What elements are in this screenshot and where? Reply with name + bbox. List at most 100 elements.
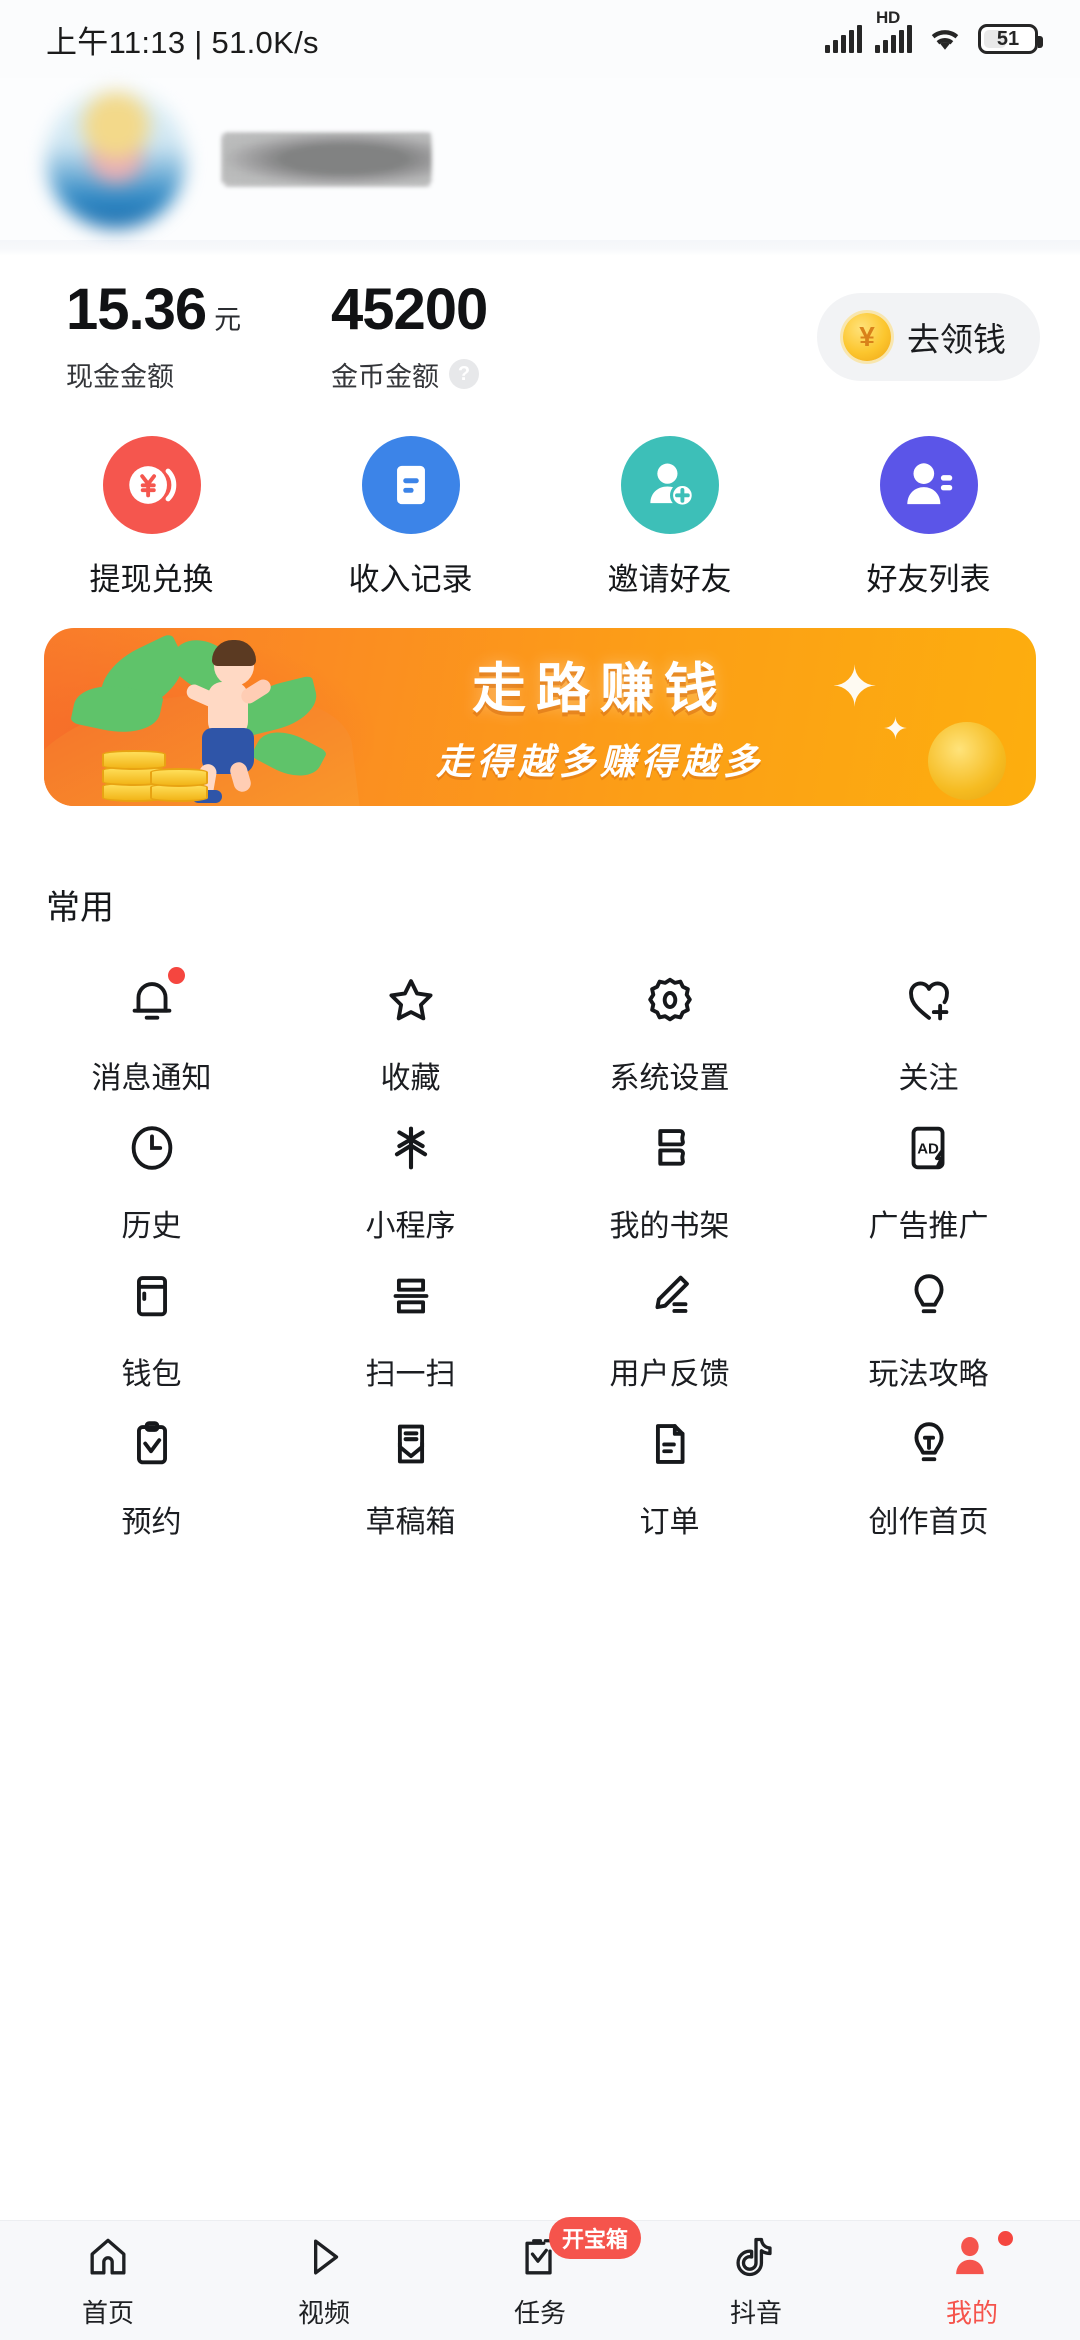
action-income-record[interactable]: 收入记录 [281, 436, 540, 628]
grid-item-label: 系统设置 [609, 1062, 730, 1095]
action-invite-friends[interactable]: 邀请好友 [540, 436, 799, 628]
cash-balance[interactable]: 15.36 元 现金金额 [66, 276, 331, 394]
tab-label: 视频 [297, 2298, 350, 2328]
pencil-feedback-icon [641, 1265, 699, 1327]
tab-label: 我的 [945, 2298, 998, 2328]
yen-coin-icon [102, 436, 201, 534]
lightbulb-icon [900, 1265, 958, 1327]
signal-bars-icon [825, 25, 862, 53]
avatar[interactable] [46, 89, 186, 229]
status-time-network: 上午11:13 | 51.0K/s [46, 24, 319, 60]
status-icons: HD 51 [825, 8, 1043, 54]
action-friend-list[interactable]: 好友列表 [799, 436, 1058, 628]
grid-item-creator-home[interactable]: 创作首页 [799, 1413, 1058, 1561]
tab-label: 首页 [81, 2298, 134, 2328]
grid-item-reservation[interactable]: 预约 [22, 1413, 281, 1561]
username-masked[interactable] [222, 132, 432, 186]
tab-home[interactable]: 首页 [0, 2231, 216, 2330]
profile-icon [947, 2231, 1013, 2283]
grid-item-history[interactable]: 历史 [22, 1117, 281, 1265]
task-badge: 开宝箱 [549, 2217, 642, 2259]
gold-coin-icon: ¥ [843, 313, 891, 361]
scan-icon [382, 1265, 440, 1327]
grid-item-feedback[interactable]: 用户反馈 [540, 1265, 799, 1413]
status-bar: 上午11:13 | 51.0K/s HD 51 [0, 0, 1080, 78]
mini-program-icon [382, 1117, 440, 1179]
banner-subtitle: 走得越多赚得越多 [435, 742, 764, 783]
grid-item-settings[interactable]: 系统设置 [540, 969, 799, 1117]
common-grid: 消息通知 收藏 系统设置 关注 历史 小程序 我的书架 AD 广告推广 钱包 扫… [0, 929, 1080, 2220]
grid-item-label: 钱包 [121, 1358, 182, 1391]
grid-item-wallet[interactable]: 钱包 [22, 1265, 281, 1413]
clock-icon [123, 1117, 181, 1179]
tab-profile[interactable]: 我的 [864, 2231, 1080, 2330]
action-label: 邀请好友 [607, 562, 732, 597]
cash-value: 15.36 [66, 276, 207, 342]
user-add-icon [620, 436, 719, 534]
grid-item-ad-promotion[interactable]: AD 广告推广 [799, 1117, 1058, 1265]
notification-dot [167, 967, 185, 984]
grid-item-label: 广告推广 [868, 1210, 989, 1243]
balance-panel: 15.36 元 现金金额 45200 金币金额 ? ¥ 去领钱 [0, 256, 1080, 418]
tab-tasks[interactable]: 开宝箱 任务 [432, 2217, 648, 2330]
page-title: 常用 [46, 889, 114, 927]
home-icon [83, 2231, 133, 2283]
help-icon[interactable]: ? [449, 359, 479, 389]
gear-icon [641, 969, 699, 1031]
app-screen: 上午11:13 | 51.0K/s HD 51 15.36 元 现金金额 452… [0, 0, 1080, 2340]
tab-douyin[interactable]: 抖音 [648, 2231, 864, 2330]
tab-label: 任务 [513, 2298, 566, 2328]
grid-item-label: 消息通知 [91, 1062, 212, 1095]
grid-item-drafts[interactable]: 草稿箱 [281, 1413, 540, 1561]
play-icon [299, 2231, 349, 2283]
task-check-icon: 开宝箱 [515, 2217, 642, 2283]
grid-item-label: 历史 [121, 1210, 182, 1243]
battery-icon: 51 [978, 24, 1043, 54]
grid-item-label: 订单 [639, 1506, 700, 1539]
section-divider [0, 240, 1080, 256]
draft-box-icon [382, 1413, 440, 1475]
grid-item-label: 草稿箱 [365, 1506, 456, 1539]
grid-item-label: 关注 [898, 1062, 959, 1095]
notification-dot [998, 2231, 1013, 2246]
tab-label: 抖音 [729, 2298, 782, 2328]
walk-earn-banner[interactable]: ✦ ✦ 走路赚钱 走得越多赚得越多 [44, 628, 1036, 806]
ad-promo-icon: AD [900, 1117, 958, 1179]
document-icon [641, 1413, 699, 1475]
grid-item-label: 小程序 [365, 1210, 456, 1243]
grid-item-messages[interactable]: 消息通知 [22, 967, 281, 1117]
action-label: 收入记录 [348, 562, 473, 597]
quick-actions: 提现兑换 收入记录 邀请好友 好友列表 [0, 418, 1080, 628]
coin-label: 金币金额 [331, 361, 439, 392]
grid-item-follow[interactable]: 关注 [799, 969, 1058, 1117]
grid-item-scan[interactable]: 扫一扫 [281, 1265, 540, 1413]
bookshelf-icon [641, 1117, 699, 1179]
svg-text:AD: AD [917, 1141, 939, 1158]
action-withdraw[interactable]: 提现兑换 [22, 436, 281, 628]
grid-item-label: 用户反馈 [609, 1358, 730, 1391]
heart-plus-icon [900, 969, 958, 1031]
coin-balance[interactable]: 45200 金币金额 ? [331, 276, 596, 394]
claim-money-button[interactable]: ¥ 去领钱 [817, 293, 1040, 381]
record-list-icon [361, 436, 460, 534]
grid-item-orders[interactable]: 订单 [540, 1413, 799, 1561]
grid-item-label: 创作首页 [868, 1506, 989, 1539]
grid-item-bookshelf[interactable]: 我的书架 [540, 1117, 799, 1265]
grid-item-guide[interactable]: 玩法攻略 [799, 1265, 1058, 1413]
tab-video[interactable]: 视频 [216, 2231, 432, 2330]
grid-item-mini-program[interactable]: 小程序 [281, 1117, 540, 1265]
action-label: 提现兑换 [89, 562, 214, 597]
grid-item-label: 扫一扫 [365, 1358, 456, 1391]
star-icon [382, 969, 440, 1031]
banner-title: 走路赚钱 [472, 657, 728, 720]
cash-label: 现金金额 [66, 361, 174, 392]
bulb-pen-icon [900, 1413, 958, 1475]
bell-icon [123, 967, 185, 1031]
cash-unit: 元 [214, 304, 242, 335]
coin-value: 45200 [331, 276, 488, 342]
action-label: 好友列表 [866, 562, 991, 597]
user-list-icon [879, 436, 978, 534]
clipboard-check-icon [123, 1413, 181, 1475]
grid-item-favorites[interactable]: 收藏 [281, 969, 540, 1117]
profile-header[interactable] [0, 78, 1080, 240]
